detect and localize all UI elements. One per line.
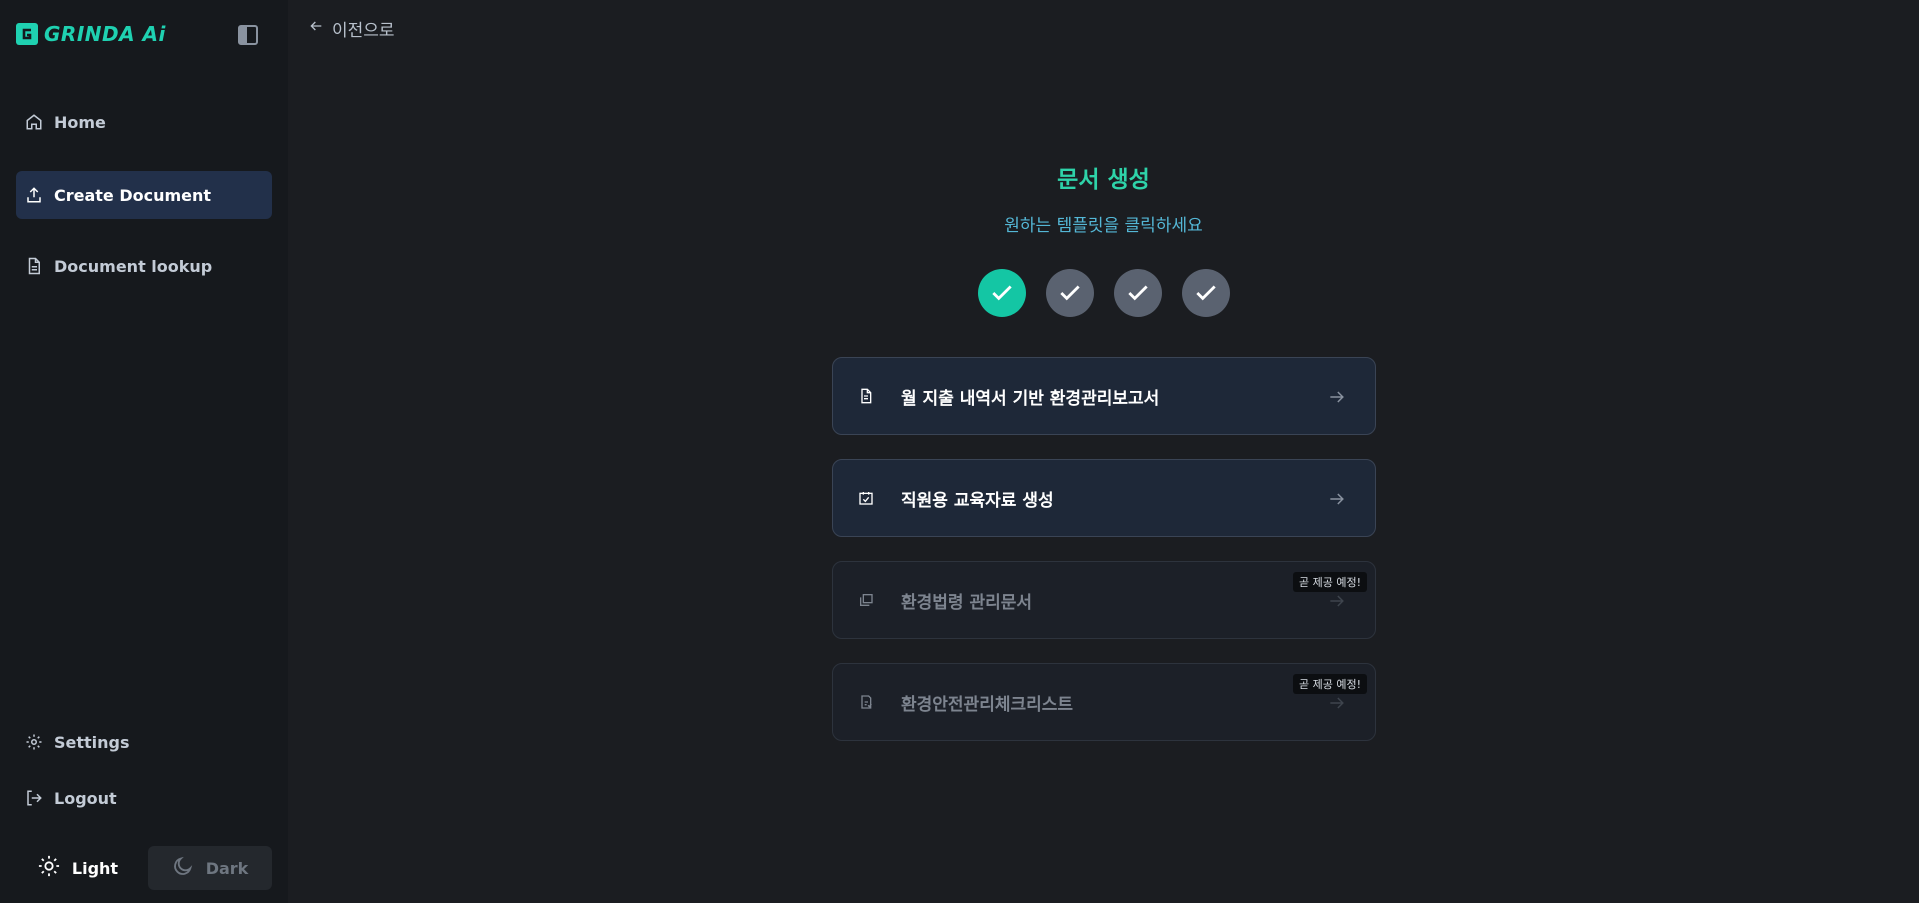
arrow-right-icon — [1327, 693, 1347, 713]
coming-soon-badge: 곧 제공 예정! — [1292, 572, 1367, 592]
sidebar-item-label: Create Document — [54, 185, 212, 205]
sidebar-item-label: Logout — [54, 788, 117, 808]
logo-icon — [16, 23, 38, 45]
coming-soon-badge: 곧 제공 예정! — [1292, 674, 1367, 694]
sun-icon — [38, 855, 60, 881]
file-text-icon — [857, 387, 875, 405]
dark-theme-button[interactable]: Dark — [148, 846, 272, 890]
arrow-right-icon — [1327, 591, 1347, 611]
step-1-check-icon — [978, 269, 1026, 317]
page-subtitle: 원하는 템플릿을 클릭하세요 — [1004, 216, 1203, 236]
theme-switch: Light Dark — [16, 846, 272, 890]
template-label: 직원용 교육자료 생성 — [901, 490, 1054, 511]
template-label: 환경안전관리체크리스트 — [901, 694, 1074, 715]
moon-icon — [172, 855, 194, 881]
calendar-check-icon — [857, 489, 875, 507]
clipboard-icon — [857, 693, 875, 711]
step-3-check-icon — [1114, 269, 1162, 317]
main-content: 문서 생성 원하는 템플릿을 클릭하세요 월 지출 내역서 기반 환경관리보고서… — [288, 0, 1919, 903]
sidebar-item-create-document[interactable]: Create Document — [16, 171, 272, 219]
page-title: 문서 생성 — [1057, 167, 1150, 193]
template-card-environment-report[interactable]: 월 지출 내역서 기반 환경관리보고서 — [832, 357, 1376, 435]
sidebar-item-document-lookup[interactable]: Document lookup — [16, 242, 272, 290]
template-label: 월 지출 내역서 기반 환경관리보고서 — [901, 388, 1160, 409]
arrow-right-icon — [1327, 489, 1347, 509]
sidebar-item-settings[interactable]: Settings — [16, 718, 272, 766]
sidebar-item-home[interactable]: Home — [16, 98, 272, 146]
sidebar-toggle-icon[interactable] — [238, 25, 258, 45]
template-card-law-management: 환경법령 관리문서 곧 제공 예정! — [832, 561, 1376, 639]
step-indicator — [978, 269, 1230, 317]
sidebar: GRINDA Ai Home Create Document Document … — [0, 0, 288, 903]
template-card-safety-checklist: 환경안전관리체크리스트 곧 제공 예정! — [832, 663, 1376, 741]
upload-icon — [24, 185, 44, 205]
copy-icon — [857, 591, 875, 609]
light-theme-label: Light — [71, 858, 119, 878]
step-4-check-icon — [1182, 269, 1230, 317]
app-name: GRINDA Ai — [44, 22, 166, 46]
template-card-training-material[interactable]: 직원용 교육자료 생성 — [832, 459, 1376, 537]
sidebar-item-logout[interactable]: Logout — [16, 774, 272, 822]
logout-icon — [24, 788, 44, 808]
dark-theme-label: Dark — [205, 858, 249, 878]
app-logo[interactable]: GRINDA Ai — [16, 22, 166, 46]
sidebar-item-label: Document lookup — [54, 256, 213, 276]
gear-icon — [24, 732, 44, 752]
home-icon — [24, 112, 44, 132]
document-icon — [24, 256, 44, 276]
light-theme-button[interactable]: Light — [16, 846, 140, 890]
sidebar-item-label: Home — [54, 112, 106, 132]
arrow-right-icon — [1327, 387, 1347, 407]
sidebar-item-label: Settings — [54, 732, 130, 752]
template-label: 환경법령 관리문서 — [901, 592, 1033, 613]
step-2-check-icon — [1046, 269, 1094, 317]
